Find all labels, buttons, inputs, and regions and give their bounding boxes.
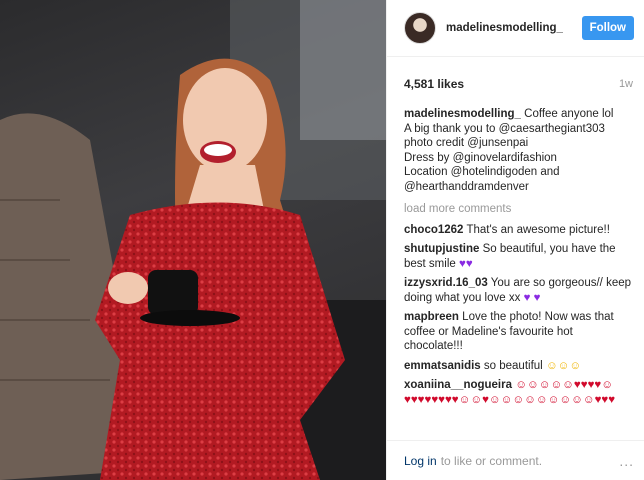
login-link[interactable]: Log in: [404, 454, 437, 468]
comment: mapbreen Love the photo! Now was that co…: [404, 310, 634, 354]
comments-section: madelinesmodelling_ Coffee anyone lol A …: [387, 91, 644, 407]
comment: shutupjustine So beautiful, you have the…: [404, 242, 634, 271]
caption-line: Coffee anyone lol: [524, 108, 614, 120]
post-stats: 4,581 likes 1w: [387, 57, 644, 91]
comment-username[interactable]: mapbreen: [404, 311, 459, 323]
caption-line: A big thank you to @caesarthegiant303: [404, 122, 605, 135]
comment: choco1262 That's an awesome picture!!: [404, 223, 634, 238]
avatar[interactable]: [404, 12, 436, 44]
caption-line: @hearthanddramdenver: [404, 180, 529, 193]
header-username[interactable]: madelinesmodelling_: [446, 22, 582, 34]
caption: madelinesmodelling_ Coffee anyone lol A …: [404, 107, 634, 194]
post-footer: Log in to like or comment. ...: [387, 440, 644, 480]
more-options-icon[interactable]: ...: [619, 453, 634, 469]
post-photo[interactable]: [0, 0, 386, 480]
comment-username[interactable]: shutupjustine: [404, 243, 479, 255]
heart-emoji: ♥♥: [458, 257, 473, 270]
comment: xoaniina__nogueira ☺☺☺☺☺♥♥♥♥☺♥♥♥♥♥♥♥♥☺☺♥…: [404, 378, 634, 407]
comment: emmatsanidis so beautiful ☺☺☺: [404, 359, 634, 374]
caption-line: Dress by @ginovelardifashion: [404, 151, 557, 164]
comment: izzysxrid.16_03 You are so gorgeous// ke…: [404, 276, 634, 305]
comment-username[interactable]: choco1262: [404, 224, 463, 236]
post-time[interactable]: 1w: [619, 78, 633, 90]
caption-line: photo credit @junsenpai: [404, 137, 529, 149]
post-panel: madelinesmodelling_ Follow 4,581 likes 1…: [386, 0, 644, 480]
smile-emoji: ☺☺☺: [545, 359, 582, 372]
comment-username[interactable]: emmatsanidis: [404, 360, 481, 372]
comment-text: so beautiful: [483, 359, 543, 372]
heart-emoji: ♥ ♥: [523, 291, 541, 304]
caption-username[interactable]: madelinesmodelling_: [404, 108, 521, 120]
photo-illustration: [0, 0, 386, 480]
comment-text: That's an awesome picture!!: [466, 223, 610, 236]
load-more-comments-link[interactable]: load more comments: [404, 202, 634, 217]
post-header: madelinesmodelling_ Follow: [387, 0, 644, 57]
comment-username[interactable]: izzysxrid.16_03: [404, 277, 488, 289]
footer-text: to like or comment.: [440, 453, 543, 468]
comment-username[interactable]: xoaniina__nogueira: [404, 379, 512, 391]
likes-count[interactable]: 4,581 likes: [404, 77, 464, 91]
follow-button[interactable]: Follow: [581, 16, 634, 40]
caption-line: Location @hotelindigoden and: [404, 166, 560, 178]
